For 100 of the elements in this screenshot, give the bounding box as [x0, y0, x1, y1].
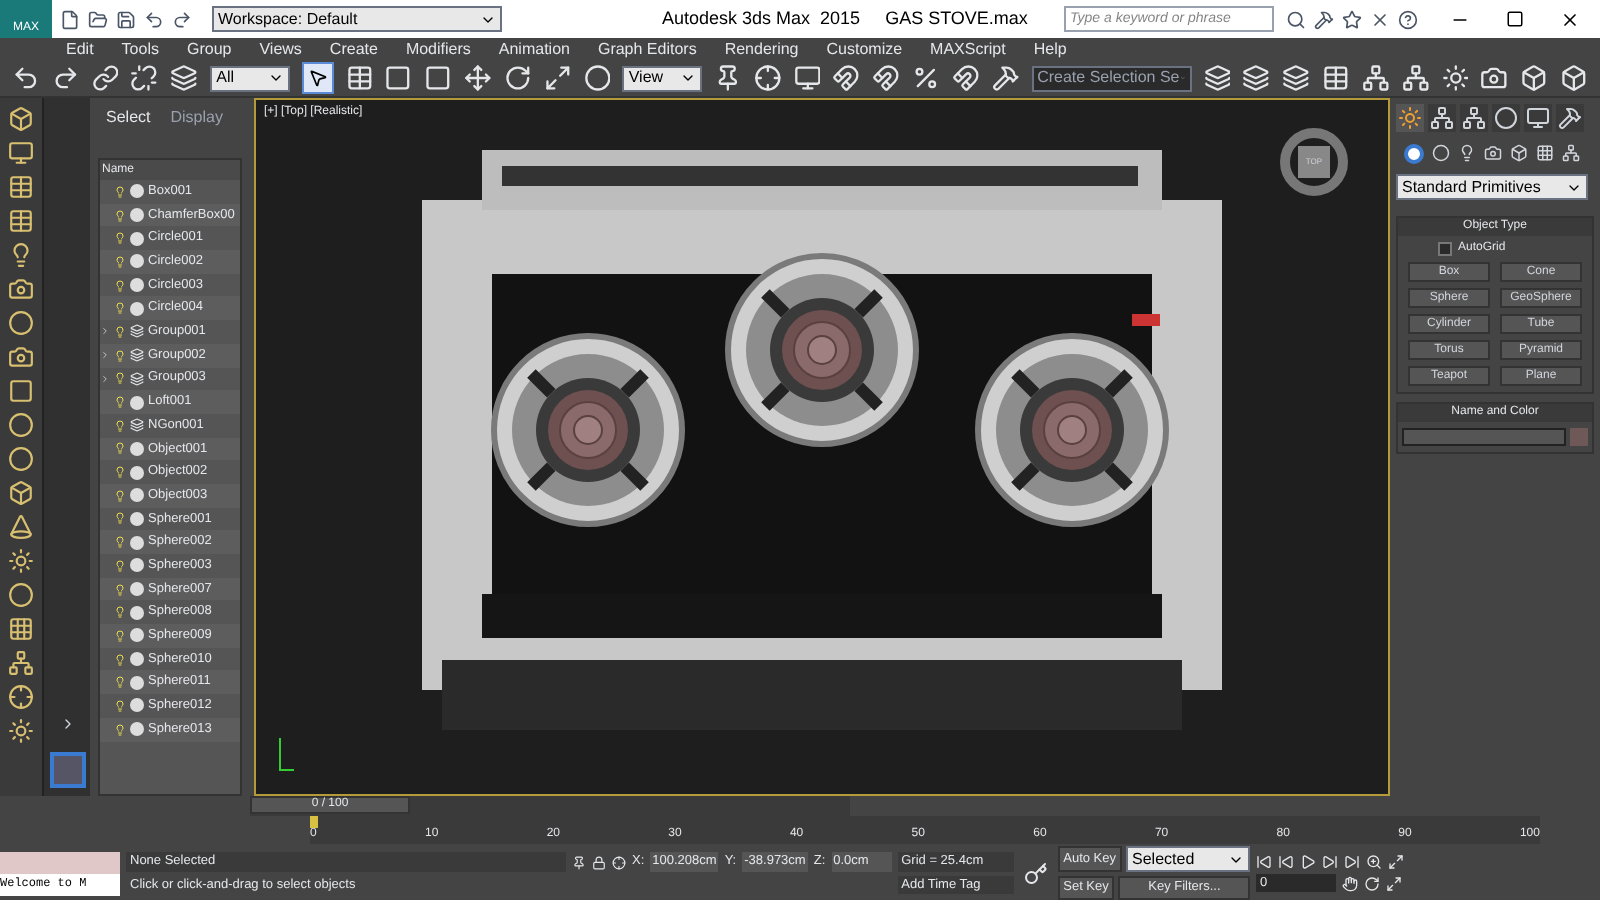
- play-icon[interactable]: [1300, 853, 1317, 870]
- save-icon[interactable]: [116, 9, 136, 29]
- light-bulb-icon[interactable]: [114, 419, 126, 432]
- light-bulb-icon[interactable]: [114, 512, 126, 525]
- light-bulb-icon[interactable]: [114, 185, 126, 198]
- light-bulb-icon[interactable]: [114, 396, 126, 409]
- light-bulb-icon[interactable]: [114, 442, 126, 455]
- go-to-start-icon[interactable]: [1256, 853, 1273, 870]
- redo-icon[interactable]: [51, 64, 80, 92]
- menu-item[interactable]: Views: [259, 37, 302, 61]
- reference-coordinate-dropdown[interactable]: View: [622, 65, 702, 91]
- scale-icon[interactable]: [543, 64, 572, 92]
- utilities-tab-icon[interactable]: [1556, 104, 1584, 132]
- hierarchy-tab-icon[interactable]: [1460, 104, 1488, 132]
- frame-marker[interactable]: [310, 816, 318, 828]
- geometry-button[interactable]: [1404, 144, 1424, 164]
- help-icon[interactable]: [1398, 9, 1418, 29]
- menu-item[interactable]: Edit: [66, 37, 94, 61]
- cone-icon[interactable]: [8, 514, 34, 540]
- light-bulb-icon[interactable]: [114, 209, 126, 222]
- light-bulb-icon[interactable]: [114, 349, 126, 362]
- camera-icon[interactable]: [8, 276, 34, 302]
- menu-item[interactable]: Create: [329, 37, 378, 61]
- explorer-tab[interactable]: Select: [106, 106, 151, 130]
- light-bulb-icon[interactable]: [114, 255, 126, 268]
- cameras-icon[interactable]: [1484, 144, 1502, 162]
- light-bulb-icon[interactable]: [114, 372, 126, 385]
- go-to-end-icon[interactable]: [1344, 853, 1361, 870]
- zoom-extents-icon[interactable]: [1388, 853, 1405, 870]
- modify-tab-icon[interactable]: [1428, 104, 1456, 132]
- grid-panel-icon[interactable]: [8, 208, 34, 234]
- menu-item[interactable]: MAXScript: [930, 37, 1006, 61]
- display-tab-icon[interactable]: [1524, 104, 1552, 132]
- menu-item[interactable]: Rendering: [724, 37, 799, 61]
- binoculars-icon[interactable]: [1286, 9, 1306, 29]
- link-icon[interactable]: [91, 64, 119, 92]
- light-bulb-icon[interactable]: [114, 302, 126, 315]
- zoom-icon[interactable]: [1366, 853, 1383, 870]
- light-bulb-icon[interactable]: [114, 489, 126, 502]
- snap-icon[interactable]: [832, 64, 861, 92]
- undo-icon[interactable]: [144, 9, 164, 29]
- table-icon[interactable]: [8, 174, 34, 200]
- angle-snap-icon[interactable]: [872, 64, 901, 92]
- light-bulb-icon[interactable]: [114, 583, 126, 596]
- light-bulb-icon[interactable]: [114, 279, 126, 292]
- layer-icon[interactable]: [1282, 64, 1311, 92]
- pivot-icon[interactable]: [713, 64, 742, 92]
- menu-item[interactable]: Tools: [121, 37, 159, 61]
- key-icon[interactable]: [1019, 861, 1052, 885]
- rectangle-selection-icon[interactable]: [384, 64, 413, 92]
- close-icon[interactable]: [1560, 9, 1580, 29]
- light-bulb-icon[interactable]: [114, 559, 126, 572]
- explorer-tab[interactable]: Display: [170, 106, 223, 130]
- menu-item[interactable]: Customize: [826, 37, 903, 61]
- redo-icon[interactable]: [172, 9, 192, 29]
- maxscript-listener[interactable]: [0, 851, 120, 873]
- light-bulb-icon[interactable]: [114, 723, 126, 736]
- menu-item[interactable]: Group: [186, 37, 232, 61]
- light-bulb-icon[interactable]: [114, 466, 126, 479]
- maximize-viewport-icon[interactable]: [1386, 875, 1403, 891]
- unlink-icon[interactable]: [130, 64, 159, 92]
- spinner-snap-icon[interactable]: [951, 64, 980, 92]
- light-bulb-icon[interactable]: [114, 699, 126, 712]
- rectangle-icon[interactable]: [8, 378, 34, 404]
- new-file-icon[interactable]: [60, 9, 80, 29]
- workspace-dropdown[interactable]: Workspace: Default: [212, 6, 502, 32]
- undo-icon[interactable]: [12, 64, 40, 92]
- layer-button[interactable]: [49, 752, 85, 788]
- category-dropdown[interactable]: Standard Primitives: [1396, 174, 1588, 200]
- sun-icon[interactable]: [8, 548, 34, 574]
- light-bulb-icon[interactable]: [114, 232, 126, 245]
- grid-icon[interactable]: [8, 616, 34, 642]
- previous-frame-icon[interactable]: [1278, 853, 1295, 870]
- shapes-icon[interactable]: [1432, 144, 1450, 162]
- selection-filter-dropdown[interactable]: All: [210, 65, 290, 91]
- folder-icon[interactable]: [88, 9, 108, 29]
- star-icon[interactable]: [1342, 9, 1362, 29]
- move-icon[interactable]: [464, 64, 492, 92]
- select-object-button[interactable]: [301, 62, 334, 94]
- light-bulb-icon[interactable]: [114, 629, 126, 642]
- restore-icon[interactable]: [1506, 9, 1524, 27]
- light-bulb-icon[interactable]: [114, 536, 126, 549]
- color-swatch[interactable]: [1570, 428, 1588, 446]
- light-bulb-icon[interactable]: [114, 325, 126, 338]
- ring-icon[interactable]: [8, 582, 34, 608]
- next-frame-icon[interactable]: [1322, 853, 1339, 870]
- light-bulb-icon[interactable]: [8, 242, 34, 268]
- menu-item[interactable]: Help: [1033, 37, 1067, 61]
- motion-tab-icon[interactable]: [1492, 104, 1520, 132]
- menu-item[interactable]: Animation: [498, 37, 570, 61]
- selection-set-dropdown[interactable]: Create Selection Se: [1031, 65, 1192, 91]
- lock-icon[interactable]: [592, 855, 606, 869]
- lights-icon[interactable]: [1458, 144, 1476, 162]
- rotate-icon[interactable]: [503, 64, 532, 92]
- orbit-icon[interactable]: [1364, 875, 1381, 891]
- percent-snap-icon[interactable]: [912, 64, 940, 92]
- menu-item[interactable]: Graph Editors: [597, 37, 697, 61]
- light-bulb-icon[interactable]: [114, 653, 126, 666]
- light-bulb-icon[interactable]: [114, 606, 126, 619]
- key-mode-dropdown[interactable]: Selected: [1126, 846, 1251, 873]
